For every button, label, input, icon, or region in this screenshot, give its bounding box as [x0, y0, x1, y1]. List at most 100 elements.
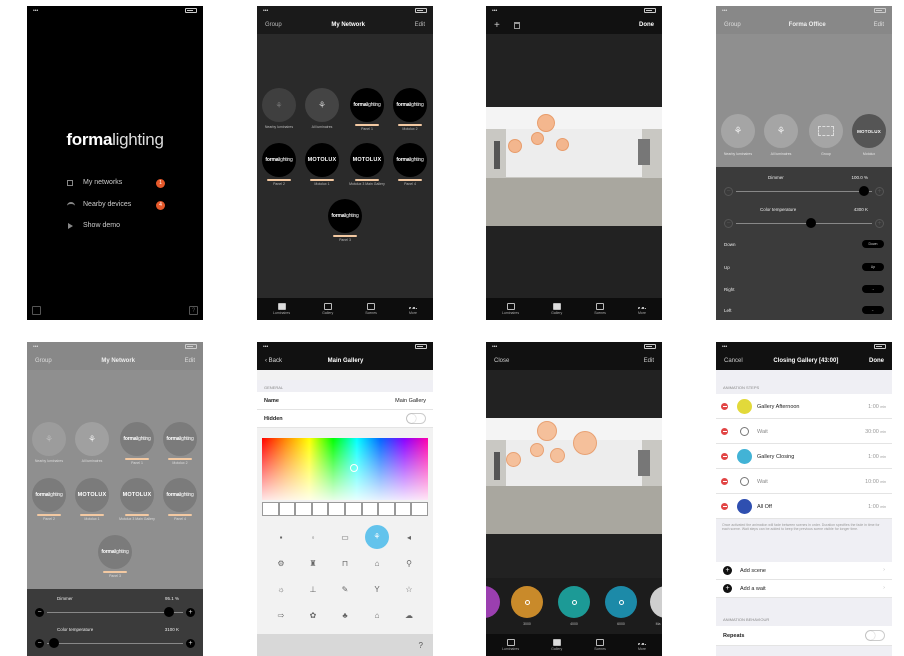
trash-icon[interactable] [514, 21, 520, 29]
delete-icon[interactable] [721, 428, 728, 435]
color-cursor[interactable] [350, 464, 358, 472]
tab-more[interactable]: More [637, 640, 646, 651]
tab-luminaires[interactable]: Luminaires [273, 303, 290, 315]
scene-button[interactable] [511, 586, 543, 618]
animation-step[interactable]: Wait 30:00 min [716, 419, 892, 444]
edit-button[interactable]: Edit [874, 22, 884, 28]
done-button[interactable]: Done [869, 358, 884, 364]
tab-luminaires[interactable]: Luminaires [502, 303, 519, 315]
light-marker[interactable] [537, 114, 555, 132]
luminaire-panel-3[interactable]: formalighting [328, 199, 362, 233]
scene-button[interactable] [558, 586, 590, 618]
animation-step[interactable]: Gallery Closing 1:00 min [716, 444, 892, 469]
tab-gallery[interactable]: Gallery [551, 303, 562, 315]
name-value[interactable]: Main Gallery [395, 398, 426, 404]
luminaire-panel-1[interactable]: formalighting [120, 422, 154, 456]
group-button[interactable]: Group [35, 358, 52, 364]
dining-icon[interactable]: ⊓ [342, 559, 348, 568]
menu-nearby-devices[interactable]: Nearby devices 4 [67, 201, 167, 211]
right-button[interactable]: → [862, 285, 884, 293]
delete-icon[interactable] [721, 453, 728, 460]
swatch[interactable] [311, 502, 329, 516]
luminaire-panel-4[interactable]: formalighting [163, 478, 197, 512]
all-luminaires-button[interactable]: ⚘ [305, 88, 339, 122]
group-button-tile[interactable] [809, 114, 843, 148]
idea-icon[interactable]: ☆ [405, 585, 412, 594]
luminaire-motolux[interactable]: MOTOLUX [852, 114, 886, 148]
swatch[interactable] [411, 502, 428, 516]
light-marker[interactable] [537, 421, 557, 441]
animation-step[interactable]: Wait 10:00 min [716, 469, 892, 494]
tv-icon[interactable]: ▪ [280, 533, 283, 542]
swatch[interactable] [328, 502, 345, 516]
leaf-icon[interactable]: ✎ [342, 585, 349, 594]
luminaire-motolux-2[interactable]: formalighting [163, 422, 197, 456]
flower-icon[interactable]: ✿ [310, 611, 317, 620]
group-button[interactable]: Group [265, 22, 282, 28]
swatch[interactable] [278, 502, 296, 516]
delete-icon[interactable] [721, 403, 728, 410]
light-marker[interactable] [506, 452, 521, 467]
luminaire-panel-1[interactable]: formalighting [350, 88, 384, 122]
dimmer-knob[interactable] [858, 186, 869, 196]
animation-step[interactable]: Gallery Afternoon 1:00 min [716, 394, 892, 419]
ceiling-lamp-icon[interactable]: ⌂ [375, 559, 380, 568]
left-button[interactable]: ← [862, 306, 884, 314]
color-picker[interactable] [262, 438, 428, 500]
bed-icon[interactable]: ▭ [341, 533, 349, 542]
tab-more[interactable]: More [408, 304, 417, 315]
name-row[interactable]: Name Main Gallery [257, 392, 433, 410]
swatch[interactable] [378, 502, 395, 516]
help-icon[interactable]: ? [419, 641, 423, 650]
cancel-button[interactable]: Cancel [724, 358, 743, 364]
light-marker[interactable] [531, 132, 544, 145]
ct-slider[interactable] [47, 643, 183, 644]
swatch[interactable] [262, 502, 279, 516]
settings-icon[interactable] [32, 306, 41, 315]
light-marker[interactable] [556, 138, 569, 151]
close-button[interactable]: Close [494, 358, 509, 364]
tab-scenes[interactable]: Scenes [594, 639, 606, 651]
luminaire-panel-2[interactable]: formalighting [32, 478, 66, 512]
dimmer-knob[interactable] [164, 607, 175, 617]
luminaire-panel-3[interactable]: formalighting [98, 535, 132, 569]
swatch[interactable] [361, 502, 379, 516]
swatch[interactable] [295, 502, 312, 516]
luminaire-motolux-3[interactable]: MOTOLUX [350, 143, 384, 177]
tab-gallery[interactable]: Gallery [551, 639, 562, 651]
minus-icon[interactable]: − [35, 639, 44, 648]
tab-scenes[interactable]: Scenes [365, 303, 377, 315]
ct-knob[interactable] [805, 218, 816, 228]
plus-icon[interactable]: + [875, 187, 884, 196]
swatch[interactable] [394, 502, 412, 516]
sun-icon[interactable]: ☼ [277, 585, 284, 594]
light-marker[interactable] [508, 139, 522, 153]
luminaire-panel-2[interactable]: formalighting [262, 143, 296, 177]
edit-button[interactable]: Edit [415, 22, 425, 28]
light-marker[interactable] [573, 431, 597, 455]
all-luminaires-button[interactable]: ⚘ [75, 422, 109, 456]
lamp-icon[interactable]: ♜ [309, 559, 316, 568]
up-button[interactable]: Up [862, 263, 884, 271]
light-marker[interactable] [550, 448, 565, 463]
dimmer-slider[interactable] [47, 612, 183, 613]
tab-luminaires[interactable]: Luminaires [502, 639, 519, 651]
edit-button[interactable]: Edit [644, 358, 654, 364]
cloud-icon[interactable]: ☁ [405, 611, 413, 620]
chair-icon[interactable]: ⊥ [310, 585, 317, 594]
luminaire-motolux-2[interactable]: formalighting [393, 88, 427, 122]
plus-icon[interactable]: + [186, 639, 195, 648]
bulb-icon[interactable]: ◦ [312, 533, 315, 542]
ct-slider[interactable] [736, 223, 872, 224]
plus-icon[interactable]: + [186, 608, 195, 617]
add-icon[interactable]: + [494, 20, 500, 31]
speaker-icon[interactable]: ◂ [407, 533, 411, 542]
hidden-toggle[interactable] [406, 413, 426, 424]
animation-step[interactable]: All Off 1:00 min [716, 494, 892, 519]
down-button[interactable]: Down [862, 240, 884, 248]
scene-button[interactable] [605, 586, 637, 618]
gear-icon[interactable]: ⚙ [277, 559, 284, 568]
light-marker[interactable] [530, 443, 544, 457]
menu-my-networks[interactable]: My networks 1 [67, 179, 167, 189]
building-icon[interactable]: ⌂ [375, 611, 380, 620]
